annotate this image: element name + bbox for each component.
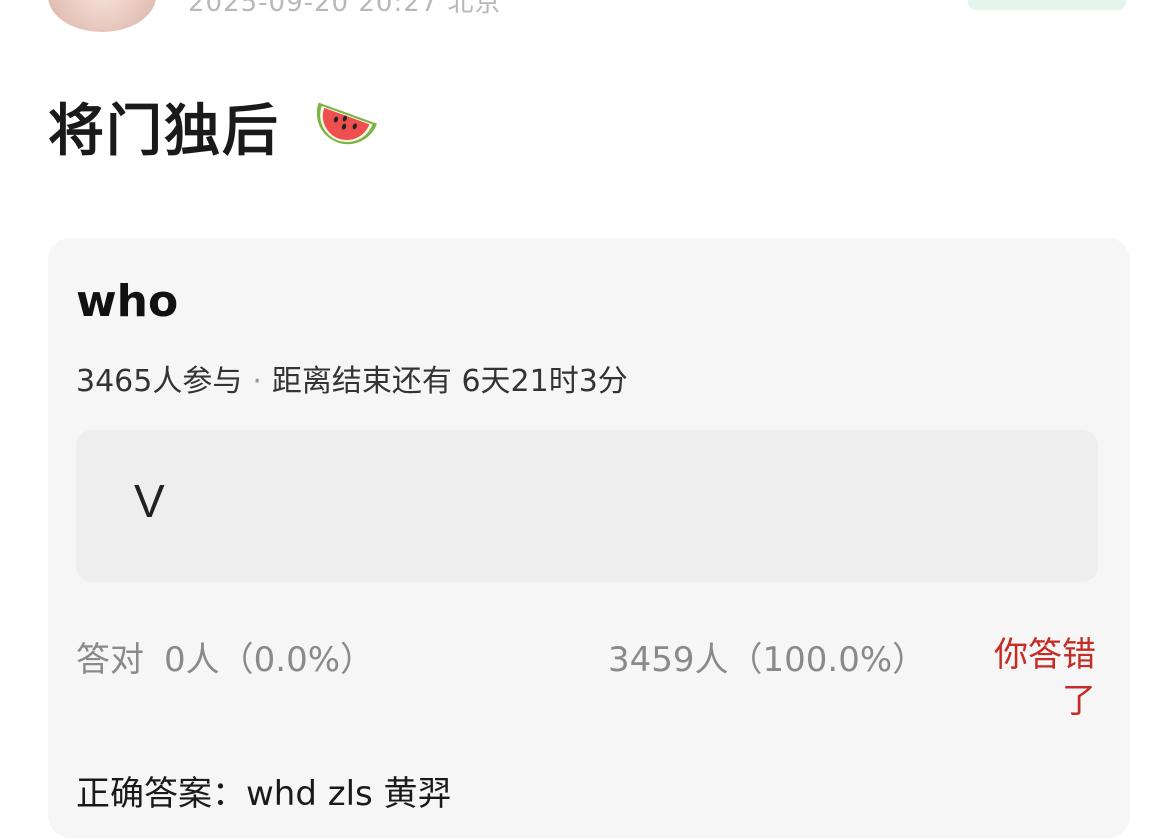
avatar[interactable] <box>48 0 156 32</box>
post-title: 将门独后 <box>48 99 280 164</box>
poll-stats: 3465人参与 · 距离结束还有 6天21时3分 <box>76 356 628 400</box>
participants-count: 3465人参与 <box>76 364 243 399</box>
correct-result: 答对 0人（0.0%） <box>76 632 374 681</box>
correct-answer: 正确答案：whd zls 黄羿 <box>76 774 452 814</box>
poll-option-label: V <box>134 475 165 527</box>
other-stat: 3459人（100.0%） <box>608 640 927 680</box>
poll-question: who <box>76 276 179 327</box>
wrong-answer-label: 你答错了 <box>994 635 1096 721</box>
watermelon-icon <box>304 102 378 162</box>
poll-option[interactable]: V <box>76 430 1098 582</box>
follow-button[interactable] <box>968 0 1126 10</box>
post-title-row: 将门独后 <box>48 96 378 168</box>
separator-dot: · <box>252 364 262 399</box>
correct-label: 答对 <box>76 640 144 680</box>
countdown-text: 距离结束还有 6天21时3分 <box>271 364 628 399</box>
post-meta: 2025-09-20 20:27 北京 <box>188 0 502 18</box>
correct-stat: 0人（0.0%） <box>164 640 375 680</box>
poll-card: who 3465人参与 · 距离结束还有 6天21时3分 V 答对 0人（0.0%） … <box>48 238 1130 838</box>
